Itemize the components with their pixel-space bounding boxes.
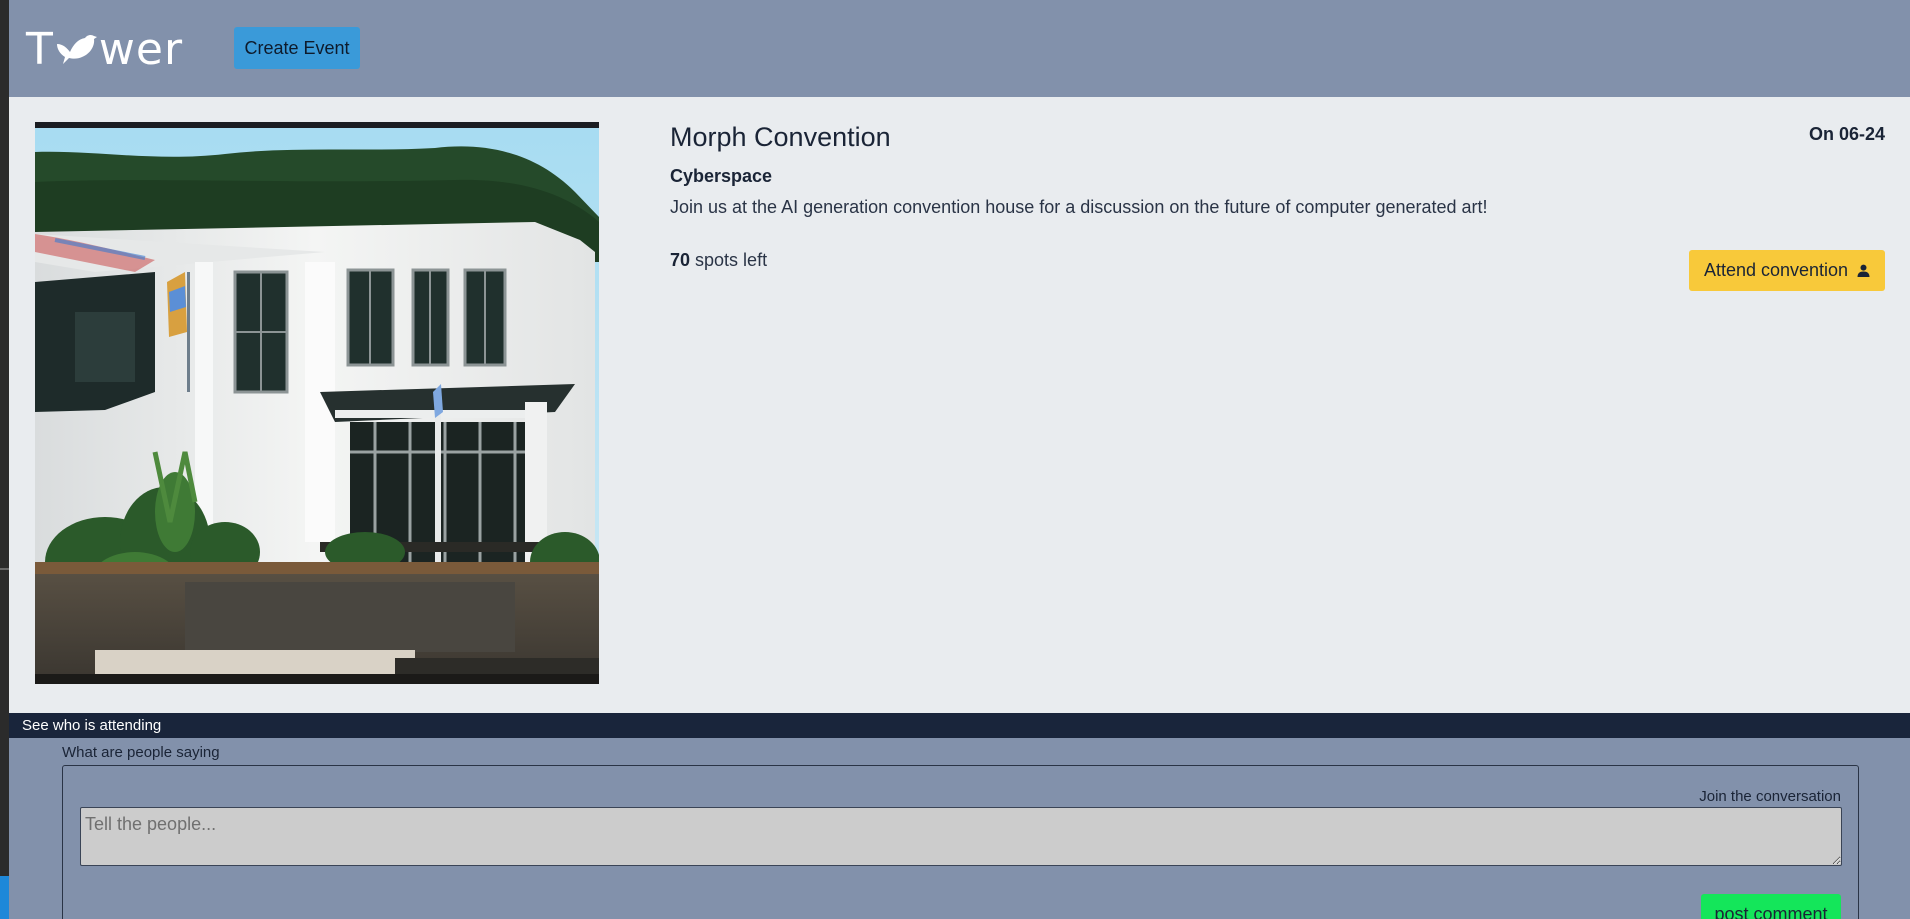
attend-button-label: Attend convention: [1703, 260, 1849, 280]
bird-icon: [56, 34, 97, 64]
comment-input[interactable]: [80, 807, 1842, 866]
comments-box: Join the conversation post comment: [62, 765, 1859, 919]
window-edge: [0, 0, 9, 919]
spots-suffix: spots left: [690, 250, 768, 270]
logo-text-end: wer: [98, 23, 184, 75]
event-location: Cyberspace: [670, 166, 773, 186]
see-who-is-attending-toggle[interactable]: See who is attending: [9, 713, 1910, 738]
spots-remaining: 70 spots left: [670, 250, 767, 271]
event-date: On 06-24: [1808, 124, 1885, 144]
event-description: Join us at the AI generation convention …: [670, 197, 1488, 217]
convention-house-photo: [35, 122, 599, 684]
attend-convention-button[interactable]: Attend convention: [1689, 250, 1885, 291]
window-edge-mark: [0, 568, 9, 570]
event-card: Morph Convention On 06-24 Cyberspace Joi…: [9, 97, 1910, 713]
logo-text-start: T: [26, 23, 54, 75]
window-edge-accent: [0, 876, 9, 919]
app-root: T wer Create Event Morph Convention On 0…: [9, 0, 1910, 919]
join-conversation-label: Join the conversation: [1699, 788, 1841, 805]
header: T wer Create Event: [9, 0, 1910, 97]
event-image: [35, 122, 599, 684]
person-icon: [1857, 264, 1870, 277]
create-event-button[interactable]: Create Event: [234, 27, 360, 69]
post-comment-button[interactable]: post comment: [1701, 894, 1841, 919]
comments-title: What are people saying: [62, 744, 220, 761]
event-title: Morph Convention: [670, 122, 891, 152]
logo[interactable]: T wer: [26, 23, 184, 75]
spots-count: 70: [670, 250, 691, 270]
